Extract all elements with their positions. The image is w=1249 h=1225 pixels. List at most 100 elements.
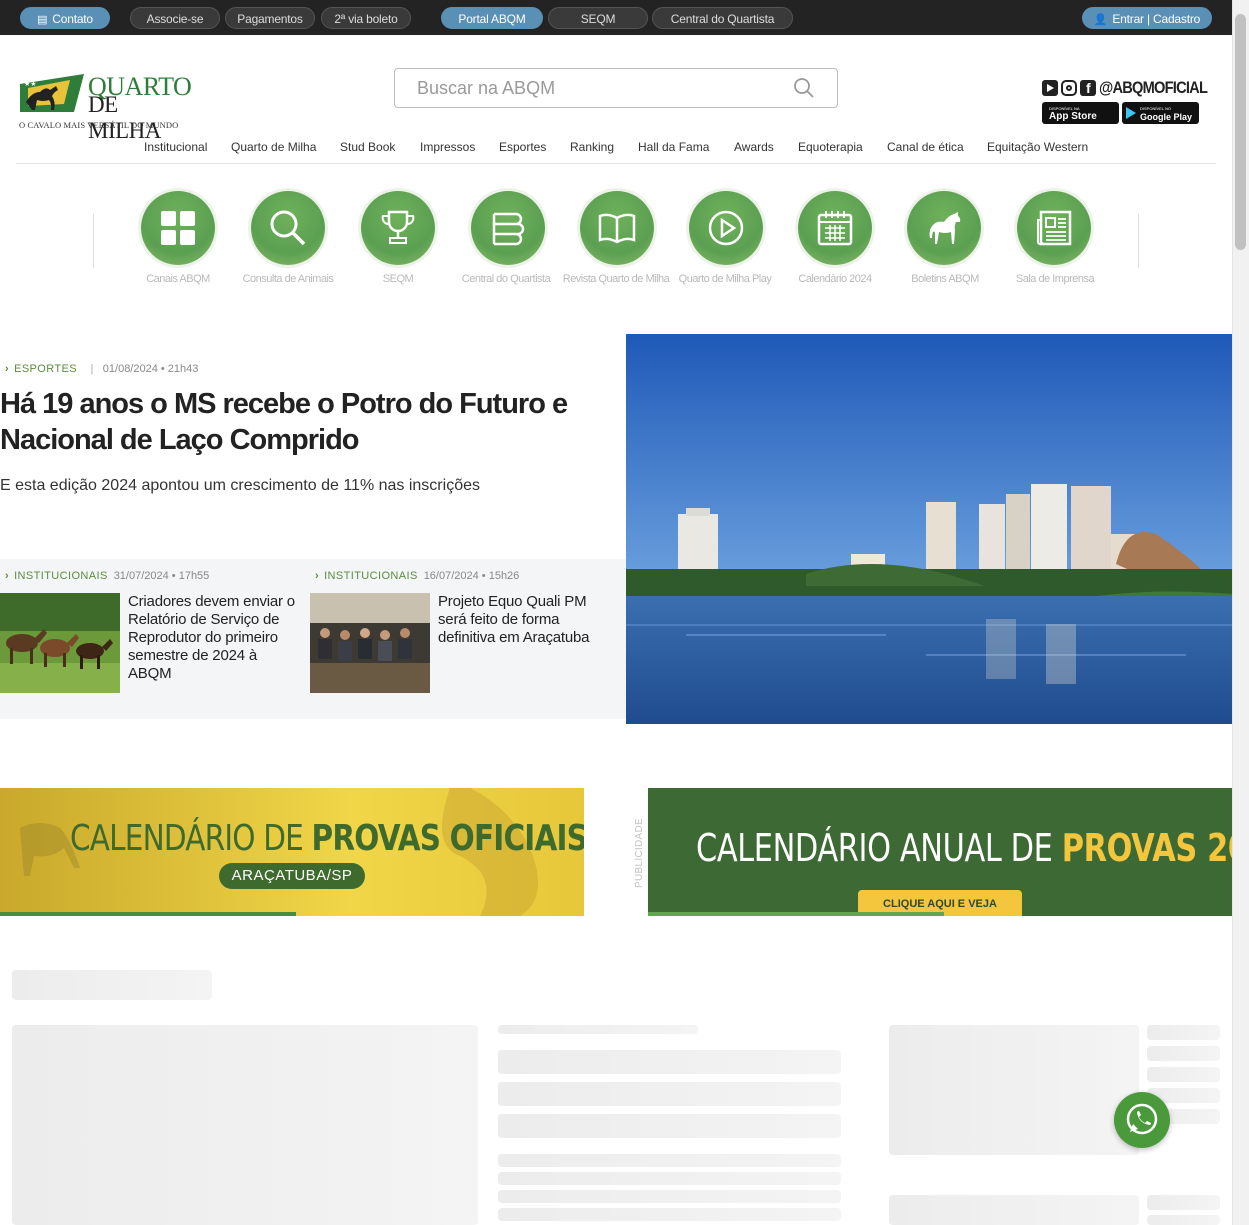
skeleton-side-image [889,1025,1139,1155]
play-icon [1126,107,1136,119]
banner-right-bold: PROVAS 2024 [1061,826,1232,870]
whatsapp-icon [1126,1103,1158,1135]
play-circle-icon [708,210,744,246]
central-quartista-button[interactable]: Central do Quartista [652,7,793,29]
news1-title[interactable]: Criadores devem enviar o Relatório de Se… [128,593,300,683]
social-links: f @ABQMOFICIAL [1042,78,1225,98]
skeleton-line [498,1172,841,1185]
nav-stud-book[interactable]: Stud Book [340,140,395,154]
news1-date: 31/07/2024 • 17h55 [113,570,210,582]
app-store-badge[interactable]: DISPONÍVEL NA App Store [1042,102,1119,124]
featured-image[interactable] [626,334,1232,724]
featured-kicker: › ESPORTES | 01/08/2024 • 21h43 [5,363,198,375]
revista-label: Revista Quarto de Milha [562,273,670,285]
featured-date: 01/08/2024 • 21h43 [102,363,199,375]
play-label: Quarto de Milha Play [678,273,772,285]
search-input[interactable] [417,78,777,98]
nav-canal-de-etica[interactable]: Canal de ética [887,140,964,154]
banner-left-pre: CALENDÁRIO DE [70,818,312,859]
nav-hall-da-fama[interactable]: Hall da Fama [638,140,709,154]
pagamentos-button[interactable]: Pagamentos [225,7,315,29]
search-box [394,68,838,108]
contact-button[interactable]: ▤ Contato [20,7,110,29]
skeleton-line [498,1154,841,1167]
skeleton-section-title [12,970,212,1000]
news1-thumbnail[interactable] [0,593,120,693]
news2-kicker: › INSTITUCIONAIS 16/07/2024 • 15h26 [315,570,519,582]
nav-equitacao-western[interactable]: Equitação Western [987,140,1088,154]
message-icon: ▤ [37,14,48,26]
whatsapp-button[interactable] [1114,1092,1170,1148]
google-play-badge[interactable]: DISPONÍVEL NO Google Play [1122,102,1199,124]
magnifier-icon [270,210,306,246]
news2-title[interactable]: Projeto Equo Quali PM será feito de form… [438,593,614,647]
nav-institucional[interactable]: Institucional [144,140,207,154]
nav-esportes[interactable]: Esportes [499,140,546,154]
boletins-label: Boletins ABQM [911,273,979,285]
scrollbar-thumb[interactable] [1235,14,1246,250]
skeleton-side-line [1147,1195,1220,1210]
portal-abqm-button[interactable]: Portal ABQM [441,7,543,29]
canais-abqm-button[interactable] [141,191,215,265]
quarto-milha-play-button[interactable] [689,191,763,265]
seqm-button[interactable]: SEQM [548,7,648,29]
skeleton-side-line [1147,1215,1220,1225]
calendar-icon [817,211,853,246]
news1-category[interactable]: INSTITUCIONAIS [14,570,108,582]
consulta-animais-button[interactable] [251,191,325,265]
horses-photo [0,593,120,693]
googleplay-label: Google Play [1140,112,1193,122]
skeleton-line [498,1190,841,1203]
nav-awards[interactable]: Awards [734,140,774,154]
logo-tagline: O CAVALO MAIS VERSÁTIL DO MUNDO [19,120,179,130]
banner-calendario-anual[interactable]: CALENDÁRIO ANUAL DE PROVAS 2024 CLIQUE A… [648,788,1232,916]
banner-right-pre: CALENDÁRIO ANUAL DE [696,826,1062,870]
central-quartista-channel-button[interactable] [471,191,545,265]
grid-icon [161,211,195,245]
skeleton-kicker [498,1025,698,1034]
boleto-button[interactable]: 2ª via boleto [321,7,411,29]
chevron-right-icon: › [5,363,10,375]
sala-imprensa-button[interactable] [1017,191,1091,265]
banner-city-pill: ARAÇATUBA/SP [219,863,365,889]
newspaper-icon [1037,210,1072,246]
logo-line2: DE MILHA [88,92,161,143]
banner-provas-oficiais[interactable]: CALENDÁRIO DE PROVAS OFICIAIS 2024 ARAÇA… [0,788,584,916]
skeleton-line [498,1208,841,1221]
central-quartista-label: Central do Quartista [461,273,551,285]
contact-label: Contato [52,12,93,26]
revista-button[interactable] [580,191,654,265]
calendario-button[interactable] [798,191,872,265]
login-button[interactable]: 👤 Entrar | Cadastro [1082,7,1212,29]
seqm-channel-button[interactable] [361,191,435,265]
news2-thumbnail[interactable] [310,593,430,693]
boletins-button[interactable] [907,191,981,265]
instagram-icon[interactable] [1061,80,1077,96]
skeleton-line [498,1082,841,1106]
featured-subtitle: E esta edição 2024 apontou um cresciment… [0,477,480,494]
youtube-icon[interactable] [1042,80,1058,96]
associe-button[interactable]: Associe-se [130,7,220,29]
skeleton-line [498,1114,841,1138]
nav-impressos[interactable]: Impressos [420,140,475,154]
user-icon: 👤 [1093,14,1108,26]
social-handle[interactable]: @ABQMOFICIAL [1099,78,1208,98]
publicidade-label: PUBLICIDADE [634,818,645,888]
news2-category[interactable]: INSTITUCIONAIS [324,570,418,582]
abqm-logo[interactable]: ★★ QUARTO DE MILHA O CAVALO MAIS VERSÁTI… [18,72,194,143]
facebook-icon[interactable]: f [1080,80,1096,96]
banner-left-bold: PROVAS OFICIAIS [311,818,584,859]
search-icon[interactable] [793,77,815,99]
city-lake-photo [626,334,1232,724]
nav-ranking[interactable]: Ranking [570,140,614,154]
nav-equoterapia[interactable]: Equoterapia [798,140,863,154]
news1-kicker: › INSTITUCIONAIS 31/07/2024 • 17h55 [5,570,209,582]
stack-icon [492,212,525,246]
featured-category[interactable]: ESPORTES [14,363,77,375]
nav-quarto-de-milha[interactable]: Quarto de Milha [231,140,316,154]
top-bar: ▤ Contato Associe-se Pagamentos 2ª via bo… [0,0,1249,35]
svg-text:★★: ★★ [24,80,37,88]
skeleton-side-line [1147,1067,1220,1082]
calendario-label: Calendário 2024 [798,273,872,285]
featured-title[interactable]: Há 19 anos o MS recebe o Potro do Futuro… [0,386,610,458]
